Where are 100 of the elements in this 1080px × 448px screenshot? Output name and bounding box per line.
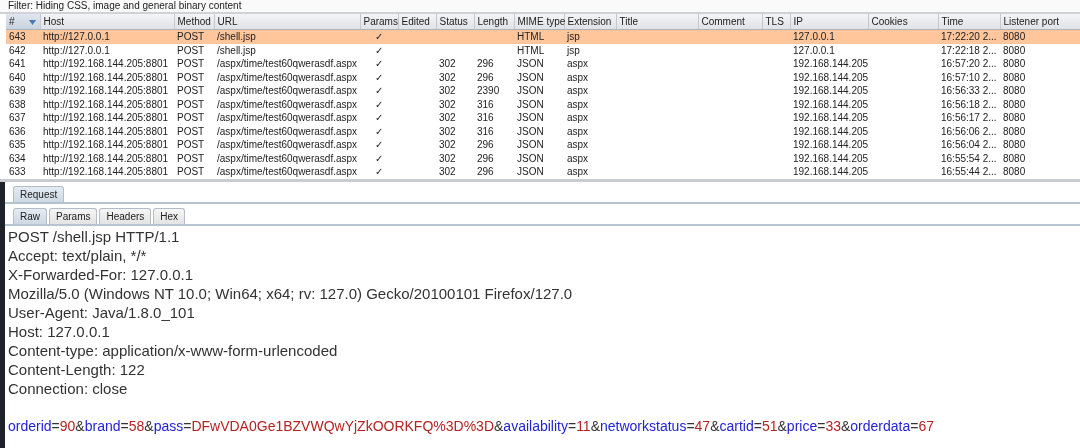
table-cell-text: 633 [8,165,27,179]
table-cell: jsp [564,43,616,57]
table-cell-text: JSON [516,124,545,138]
table-cell-text: 302 [438,151,457,165]
table-cell-text: http://192.168.144.205:8801 [42,124,170,138]
table-cell-text: 296 [476,151,495,165]
check-mark: ✓ [374,124,384,138]
table-cell-text: 16:56:17 2... [940,111,998,125]
table-cell-text: 192.168.144.205 [792,124,868,138]
check-mark: ✓ [374,111,384,125]
column-header[interactable]: Time [938,14,1000,30]
table-cell-text: 16:55:54 2... [940,151,998,165]
table-cell-text: JSON [516,84,545,98]
table-cell-text: http://192.168.144.205:8801 [42,138,170,152]
table-cell: 127.0.0.1 [790,43,868,57]
column-header[interactable]: IP [790,14,868,30]
table-cell: 8080 [1000,29,1080,44]
table-cell-text: POST [176,57,206,71]
table-cell-text: 8080 [1002,84,1027,98]
table-cell-text: JSON [516,111,545,125]
table-cell-text: /aspx/time/test60qwerasdf.aspx [216,165,359,179]
table-cell-text: /aspx/time/test60qwerasdf.aspx [216,57,359,71]
request-line: Host: 127.0.0.1 [8,321,111,341]
table-cell-text: aspx [566,70,590,84]
column-header[interactable]: Title [616,14,698,30]
table-cell-text: aspx [566,111,590,125]
table-cell: HTML [514,43,564,57]
view-tab[interactable]: Raw [13,207,47,224]
column-header[interactable]: # [6,14,40,30]
table-cell-text: JSON [516,151,545,165]
table-cell-text: 8080 [1002,151,1027,165]
column-header[interactable]: Method [174,14,214,30]
column-header[interactable]: Params [360,14,398,30]
table-cell-text: 296 [476,57,495,71]
view-tab[interactable]: Params [49,207,98,224]
panel-tab[interactable]: Request [13,185,65,202]
table-cell: http://127.0.0.1 [40,29,174,44]
table-cell-text: JSON [516,70,545,84]
table-cell-text: aspx [566,165,590,179]
table-cell-text: JSON [516,138,545,152]
table-cell-text: http://192.168.144.205:8801 [42,151,170,165]
column-header[interactable]: Comment [698,14,762,30]
table-cell-text: 192.168.144.205 [792,84,868,98]
table-cell-text: POST [176,70,206,84]
column-header[interactable]: URL [214,14,360,30]
table-cell-text: 8080 [1002,165,1027,179]
view-tab[interactable]: Headers [99,207,152,224]
table-cell-text: POST [176,111,206,125]
table-cell: 17:22:18 2... [938,43,1000,57]
table-cell-text: /aspx/time/test60qwerasdf.aspx [216,138,359,152]
column-header[interactable]: Length [474,14,514,30]
table-cell-text: /aspx/time/test60qwerasdf.aspx [216,111,359,125]
table-cell-text: POST [176,138,206,152]
column-header[interactable]: Extension [564,14,616,30]
table-cell-text: 8080 [1002,124,1027,138]
table-cell-text: http://192.168.144.205:8801 [42,57,170,71]
table-cell-text: 640 [8,70,27,84]
table-cell: jsp [564,29,616,44]
table-cell-text: http://192.168.144.205:8801 [42,84,170,98]
request-body: orderid=90&brand=58&pass=DFwVDA0Ge1BZVWQwYjZkOORKFQ%3D%3D&availability=11&networkstatus=47&cartid=51&price=33&orderdata=67 [8,416,935,436]
table-cell: 642 [6,43,40,57]
check-mark: ✓ [374,57,384,71]
table-cell-text: 302 [438,84,457,98]
table-cell-text: 302 [438,138,457,152]
column-header[interactable]: Listener port [1000,14,1080,30]
table-cell-text: 16:55:44 2... [940,165,998,179]
table-cell-text: 316 [476,124,495,138]
table-cell-text: 296 [476,70,495,84]
column-header[interactable]: MIME type [514,14,564,30]
request-line: Accept: text/plain, */* [8,245,148,265]
table-cell-text: POST [176,151,206,165]
filter-bar[interactable]: Filter: Hiding CSS, image and general binary content [0,0,1080,14]
column-header[interactable]: Host [40,14,174,30]
table-cell-text: 296 [476,138,495,152]
table-cell-text: POST [176,84,206,98]
table-cell-text: 638 [8,97,27,111]
check-mark: ✓ [360,43,398,57]
request-line: X-Forwarded-For: 127.0.0.1 [8,264,195,284]
request-line: Content-type: application/x-www-form-urlencoded [8,340,339,360]
request-line: POST /shell.jsp HTTP/1.1 [8,226,181,246]
table-cell-text: /aspx/time/test60qwerasdf.aspx [216,124,359,138]
table-cell-text: /aspx/time/test60qwerasdf.aspx [216,151,359,165]
column-header[interactable]: Edited [398,14,436,30]
table-cell-text: 16:56:18 2... [940,97,998,111]
table-cell-text: http://192.168.144.205:8801 [42,165,170,179]
table-cell-text: POST [176,97,206,111]
table-cell-text: 641 [8,57,27,71]
request-line: Content-Length: 122 [8,359,146,379]
check-mark: ✓ [374,84,384,98]
check-mark: ✓ [374,97,384,111]
column-header[interactable]: Cookies [868,14,938,30]
column-header[interactable]: Status [436,14,474,30]
table-cell-text: 192.168.144.205 [792,151,868,165]
table-cell-text: aspx [566,138,590,152]
table-cell-text: http://192.168.144.205:8801 [42,111,170,125]
table-cell-text: 302 [438,111,457,125]
table-cell-text: 302 [438,124,457,138]
view-tab[interactable]: Hex [153,207,186,224]
column-header[interactable]: TLS [762,14,790,30]
table-cell: 127.0.0.1 [790,29,868,44]
